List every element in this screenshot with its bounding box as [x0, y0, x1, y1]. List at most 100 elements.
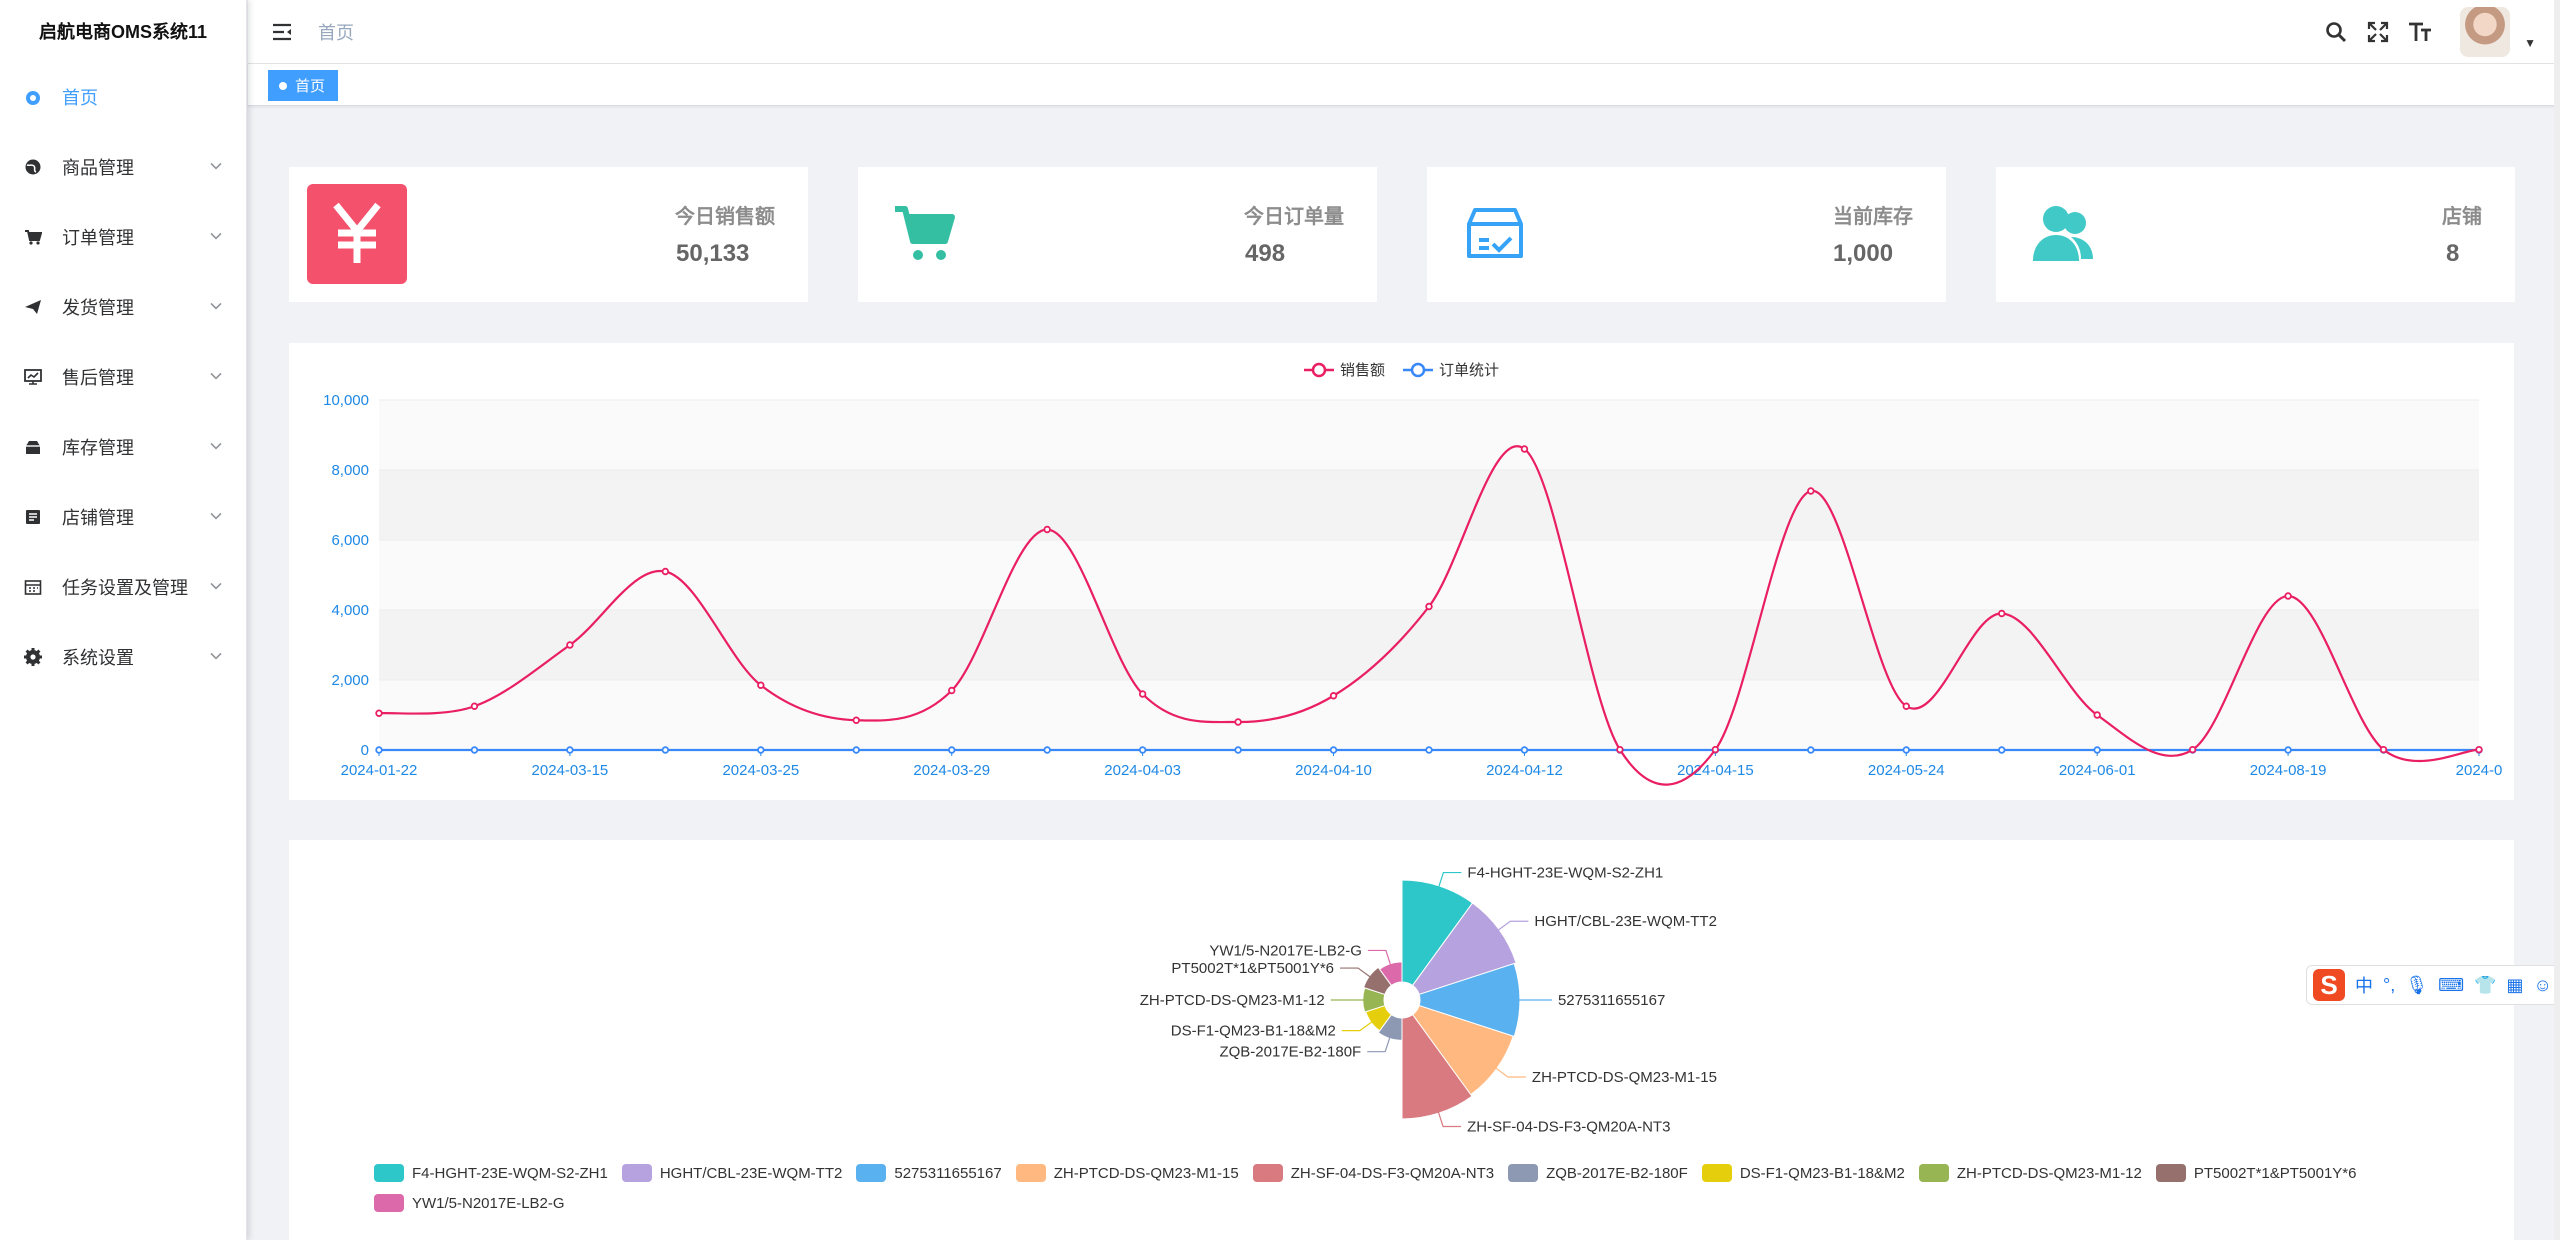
chinese-mode-icon[interactable]: 中: [2355, 972, 2373, 998]
pie-legend-item[interactable]: 5275311655167: [856, 1164, 1002, 1182]
y-tick-label: 2,000: [331, 672, 369, 689]
sidebar-item-7[interactable]: 任务设置及管理: [0, 552, 246, 622]
schedule-icon: [24, 578, 42, 596]
fullscreen-icon[interactable]: [2364, 18, 2392, 46]
x-tick-label: 2024-08-19: [2250, 762, 2327, 779]
microphone-icon[interactable]: 🎙: [2405, 975, 2428, 996]
y-tick-label: 4,000: [331, 602, 369, 619]
data-point: [2284, 746, 2292, 754]
chevron-down-icon: [210, 364, 222, 385]
stat-card-sales[interactable]: 今日销售额 50,133: [289, 167, 808, 302]
chevron-down-icon[interactable]: ▼: [2524, 36, 2536, 50]
data-point: [1998, 609, 2006, 618]
data-point: [1807, 746, 1815, 754]
sidebar-item-label: 订单管理: [62, 228, 134, 248]
x-tick-label: 2024-04-12: [1486, 762, 1563, 779]
data-point: [1425, 746, 1433, 754]
chevron-down-icon: [210, 574, 222, 595]
sidebar-item-4[interactable]: 售后管理: [0, 342, 246, 412]
pie-label: ZH-SF-04-DS-F3-QM20A-NT3: [1467, 1118, 1670, 1135]
top-right-tools: ▼: [2322, 0, 2536, 64]
sidebar-item-0[interactable]: 首页: [0, 62, 246, 132]
legend-label: HGHT/CBL-23E-WQM-TT2: [659, 1164, 843, 1182]
top-navbar: 首页 ▼: [248, 0, 2560, 64]
page-scrollbar[interactable]: [2554, 0, 2560, 1240]
stat-card-shops[interactable]: 店铺 8: [1996, 167, 2515, 302]
data-point: [1807, 487, 1815, 495]
sidebar-item-3[interactable]: 发货管理: [0, 272, 246, 342]
avatar[interactable]: [2460, 7, 2511, 57]
sogou-logo-icon[interactable]: S: [2313, 969, 2345, 1001]
y-tick-label: 0: [361, 742, 369, 759]
pie-legend-item[interactable]: DS-F1-QM23-B1-18&M2: [1701, 1164, 1905, 1182]
data-point: [1043, 746, 1051, 754]
data-point: [1902, 702, 1910, 710]
data-point: [852, 716, 860, 724]
data-point: [661, 746, 670, 754]
legend-label: DS-F1-QM23-B1-18&M2: [1739, 1164, 1905, 1182]
sidebar-item-5[interactable]: 库存管理: [0, 412, 246, 482]
chevron-down-icon: [210, 434, 222, 455]
inbox-icon: [1445, 184, 1545, 284]
pie-legend-item[interactable]: ZQB-2017E-B2-180F: [1508, 1164, 1688, 1182]
search-icon[interactable]: [2322, 18, 2350, 46]
breadcrumb[interactable]: 首页: [318, 19, 354, 45]
pie-legend-item[interactable]: ZH-SF-04-DS-F3-QM20A-NT3: [1252, 1164, 1494, 1182]
grid-band: [379, 540, 2479, 610]
sidebar-item-label: 首页: [62, 88, 98, 108]
pie-label-line: [1494, 1067, 1526, 1078]
apps-grid-icon[interactable]: ▦: [2506, 975, 2523, 996]
chevron-down-icon: [210, 504, 222, 525]
stat-card-orders[interactable]: 今日订单量 498: [858, 167, 1377, 302]
pie-label: F4-HGHT-23E-WQM-S2-ZH1: [1467, 865, 1663, 882]
skin-icon[interactable]: 👕: [2474, 975, 2496, 996]
pie-legend-item[interactable]: HGHT/CBL-23E-WQM-TT2: [621, 1164, 843, 1182]
dashboard-icon: [24, 88, 42, 106]
font-size-icon[interactable]: [2406, 18, 2434, 46]
data-point: [1138, 690, 1147, 698]
sidebar-item-label: 发货管理: [62, 298, 134, 318]
stat-card-inventory[interactable]: 当前库存 1,000: [1427, 167, 1946, 302]
data-point: [1520, 445, 1529, 453]
sidebar-item-2[interactable]: 订单管理: [0, 202, 246, 272]
users-icon: [2014, 184, 2114, 284]
pie-legend-item[interactable]: F4-HGHT-23E-WQM-S2-ZH1: [374, 1164, 608, 1182]
pie-legend-item[interactable]: ZH-PTCD-DS-QM23-M1-15: [1015, 1164, 1239, 1182]
data-point: [852, 746, 860, 754]
data-point: [2188, 745, 2197, 754]
pie-legend-item[interactable]: ZH-PTCD-DS-QM23-M1-12: [1918, 1164, 2142, 1182]
data-point: [2093, 746, 2101, 754]
tag-home[interactable]: 首页: [268, 70, 339, 101]
punctuation-icon[interactable]: °,: [2383, 975, 2395, 996]
x-tick-label: 2024-03-29: [913, 762, 990, 779]
pie-label: PT5002T*1&PT5001Y*6: [1171, 960, 1334, 977]
hamburger-icon[interactable]: [270, 20, 294, 44]
tag-label: 首页: [295, 78, 326, 95]
emoji-icon[interactable]: ☺: [2533, 975, 2551, 996]
line-chart-panel: 销售额 订单统计 0 2,000 4,000 6,000 8,000 10,000 2024…: [289, 343, 2514, 800]
data-point: [470, 702, 479, 710]
stat-value: 8: [2446, 240, 2460, 267]
sidebar-item-1[interactable]: 商品管理: [0, 132, 246, 202]
y-tick-label: 10,000: [323, 392, 369, 409]
pie-label-line: [1437, 871, 1462, 888]
ime-toolbar[interactable]: S 中 °, 🎙 ⌨ 👕 ▦ ☺: [2306, 965, 2560, 1005]
sidebar-menu: 首页商品管理订单管理发货管理售后管理 库存管理 店铺管理 任务设置及管理 系统设置: [0, 62, 246, 692]
send-icon: [24, 298, 42, 316]
grid-band: [379, 470, 2479, 540]
sidebar-item-6[interactable]: 店铺管理: [0, 482, 246, 552]
stat-label: 今日销售额: [675, 206, 775, 228]
data-point: [1425, 602, 1433, 611]
pie-legend-item[interactable]: PT5002T*1&PT5001Y*6: [2155, 1164, 2356, 1182]
tags-view: 首页: [248, 64, 2560, 106]
y-tick-label: 8,000: [331, 462, 369, 479]
cart-icon: [876, 184, 976, 284]
x-tick-label: 2024-05-24: [1868, 762, 1945, 779]
keyboard-icon[interactable]: ⌨: [2438, 975, 2464, 996]
pie-label: ZQB-2017E-B2-180F: [1219, 1044, 1361, 1061]
sidebar-item-8[interactable]: 系统设置: [0, 622, 246, 692]
stat-label: 当前库存: [1833, 206, 1913, 228]
grid-band: [379, 610, 2479, 680]
legend-label: 5275311655167: [894, 1164, 1002, 1182]
pie-legend-item[interactable]: YW1/5-N2017E-LB2-G: [374, 1194, 565, 1212]
